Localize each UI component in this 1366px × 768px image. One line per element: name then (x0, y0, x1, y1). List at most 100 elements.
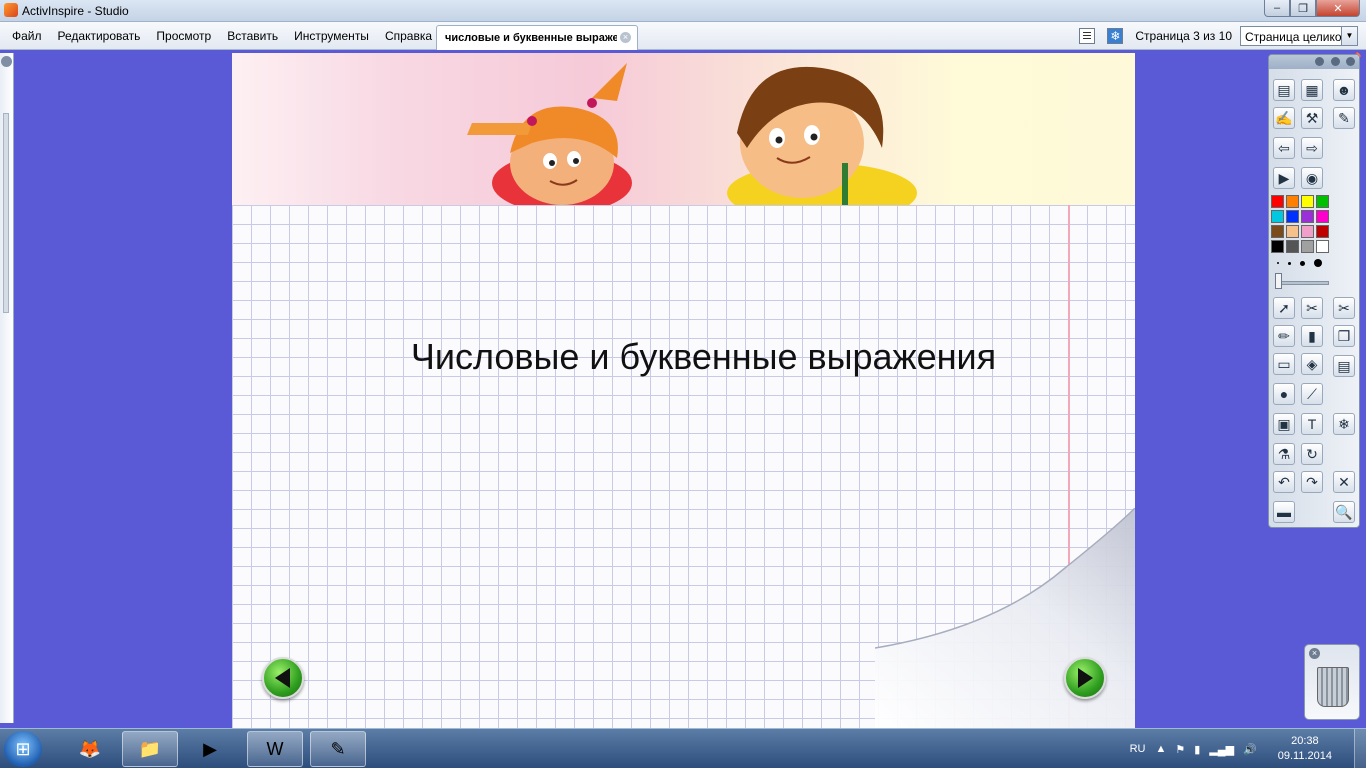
menu-view[interactable]: Просмотр (148, 29, 219, 43)
restore-button[interactable]: ❐ (1290, 0, 1316, 17)
firefox-icon[interactable]: 🦊 (62, 731, 118, 767)
document-tab[interactable]: числовые и буквенные выражения × (436, 25, 638, 50)
edit-profile-icon[interactable]: ✎ (1333, 107, 1355, 129)
save-icon[interactable]: ▬ (1273, 501, 1295, 523)
volume-icon[interactable]: 🔊 (1243, 743, 1257, 756)
document-tab-label: числовые и буквенные выражения (445, 32, 617, 44)
pages-icon[interactable]: ▤ (1273, 79, 1295, 101)
color-swatch[interactable] (1316, 240, 1329, 253)
color-swatch[interactable] (1271, 210, 1284, 223)
main-menu: Файл Редактировать Просмотр Вставить Инс… (4, 22, 440, 50)
color-swatch[interactable] (1286, 240, 1299, 253)
toolbox-gear-icon[interactable] (1346, 57, 1355, 66)
page-forward-icon[interactable]: ⇨ (1301, 137, 1323, 159)
show-hidden-icons-icon[interactable]: ▲ (1156, 743, 1167, 755)
color-swatch[interactable] (1271, 240, 1284, 253)
main-toolbox[interactable]: ▤ ▦ ☻ ✍ ⚒ ✎ ⇦ ⇨ ▶ ◉ ➚ ✂ ✏ ▮ ▭ ◈ ● ⟋ ▣ T … (1268, 54, 1360, 528)
menu-insert[interactable]: Вставить (219, 29, 286, 43)
flipchart-page[interactable]: Числовые и буквенные выражения (232, 53, 1135, 728)
color-swatch[interactable] (1271, 195, 1284, 208)
arrange-icon[interactable]: ▤ (1333, 355, 1355, 377)
toolbox-menu-icon[interactable] (1315, 57, 1324, 66)
panel-gear-icon[interactable] (1, 56, 12, 67)
close-tab-icon[interactable]: × (620, 32, 631, 43)
window-controls: ‒ ❐ ✕ (1264, 0, 1360, 17)
page-zoom-icon[interactable]: 🔍 (1333, 501, 1355, 523)
select-icon[interactable]: ➚ (1273, 297, 1295, 319)
color-swatch[interactable] (1316, 195, 1329, 208)
menu-help[interactable]: Справка (377, 29, 440, 43)
close-button[interactable]: ✕ (1316, 0, 1360, 17)
page-back-icon[interactable]: ⇦ (1273, 137, 1295, 159)
color-swatch[interactable] (1316, 210, 1329, 223)
scissors-icon[interactable]: ✂ (1333, 297, 1355, 319)
word-icon[interactable]: W (247, 731, 303, 767)
color-swatch[interactable] (1286, 210, 1299, 223)
duplicate-icon[interactable]: ❐ (1333, 325, 1355, 347)
trash-icon[interactable] (1317, 667, 1349, 707)
shape-icon[interactable]: ● (1273, 383, 1295, 405)
play-icon[interactable]: ▶ (1273, 167, 1295, 189)
slide-title[interactable]: Числовые и буквенные выражения (232, 336, 1135, 378)
profile-icon[interactable]: ▦ (1301, 79, 1323, 101)
toolbox-header[interactable] (1269, 55, 1359, 69)
clock[interactable]: 20:38 09.11.2014 (1278, 734, 1332, 764)
minimize-button[interactable]: ‒ (1264, 0, 1290, 17)
color-swatch[interactable] (1301, 225, 1314, 238)
trash-panel[interactable]: × (1304, 644, 1360, 720)
arrow-left-icon (275, 668, 290, 688)
next-page-button[interactable] (1064, 657, 1106, 699)
toolbox-up-icon[interactable] (1331, 57, 1340, 66)
width-slider-knob[interactable] (1275, 273, 1282, 289)
eraser-icon[interactable]: ▭ (1273, 353, 1295, 375)
color-swatch[interactable] (1286, 225, 1299, 238)
menu-edit[interactable]: Редактировать (50, 29, 149, 43)
fill-icon[interactable]: ◈ (1301, 353, 1323, 375)
flag-icon[interactable]: ⚑ (1175, 743, 1185, 756)
pen-icon[interactable]: ✏ (1273, 325, 1295, 347)
menu-tools[interactable]: Инструменты (286, 29, 377, 43)
close-trash-icon[interactable]: × (1309, 648, 1320, 659)
text-icon[interactable]: T (1301, 413, 1323, 435)
pen-sign-icon[interactable]: ✍ (1273, 107, 1295, 129)
language-indicator[interactable]: RU (1130, 743, 1146, 755)
zoom-value: Страница целиком (1245, 30, 1350, 44)
snowflake-icon[interactable]: ❄ (1107, 28, 1124, 44)
panel-scrollbar[interactable] (3, 113, 9, 313)
previous-page-button[interactable] (262, 657, 304, 699)
undo-icon[interactable]: ↶ (1273, 471, 1295, 493)
connector-icon[interactable]: ⟋ (1301, 383, 1323, 405)
battery-icon[interactable]: ▮ (1194, 743, 1200, 756)
earth-icon[interactable]: ◉ (1301, 167, 1323, 189)
color-swatch[interactable] (1271, 225, 1284, 238)
color-swatch[interactable] (1301, 240, 1314, 253)
redo-icon[interactable]: ↷ (1301, 471, 1323, 493)
chevron-down-icon[interactable]: ▼ (1341, 27, 1357, 45)
media-player-icon[interactable]: ▶ (182, 731, 238, 767)
network-icon[interactable]: ▂▄▆ (1209, 743, 1234, 756)
browser-panel-strip[interactable] (0, 53, 14, 723)
color-swatch[interactable] (1316, 225, 1329, 238)
start-button[interactable]: ⊞ (4, 731, 42, 767)
zoom-select[interactable]: Страница целиком ▼ (1240, 26, 1358, 46)
clip-icon[interactable]: ▣ (1273, 413, 1295, 435)
reset-icon[interactable]: ↻ (1301, 443, 1323, 465)
user-icon[interactable]: ☻ (1333, 79, 1355, 101)
color-swatch[interactable] (1301, 195, 1314, 208)
tools-icon[interactable]: ⚒ (1301, 107, 1323, 129)
flask-icon[interactable]: ⚗ (1273, 443, 1295, 465)
spotlight-icon[interactable]: ❄ (1333, 413, 1355, 435)
magic-icon[interactable]: ✂ (1301, 297, 1323, 319)
page-browser-icon[interactable] (1079, 28, 1096, 44)
explorer-icon[interactable]: 📁 (122, 731, 178, 767)
menu-file[interactable]: Файл (4, 29, 50, 43)
delete-icon[interactable]: ✕ (1333, 471, 1355, 493)
color-swatch[interactable] (1301, 210, 1314, 223)
activinspire-icon[interactable]: ✎ (310, 731, 366, 767)
color-swatch[interactable] (1286, 195, 1299, 208)
highlighter-icon[interactable]: ▮ (1301, 325, 1323, 347)
show-desktop-button[interactable] (1354, 729, 1366, 768)
pen-width-selector[interactable] (1277, 259, 1322, 267)
width-slider-track[interactable] (1277, 281, 1329, 285)
menu-bar: Файл Редактировать Просмотр Вставить Инс… (0, 22, 1366, 65)
